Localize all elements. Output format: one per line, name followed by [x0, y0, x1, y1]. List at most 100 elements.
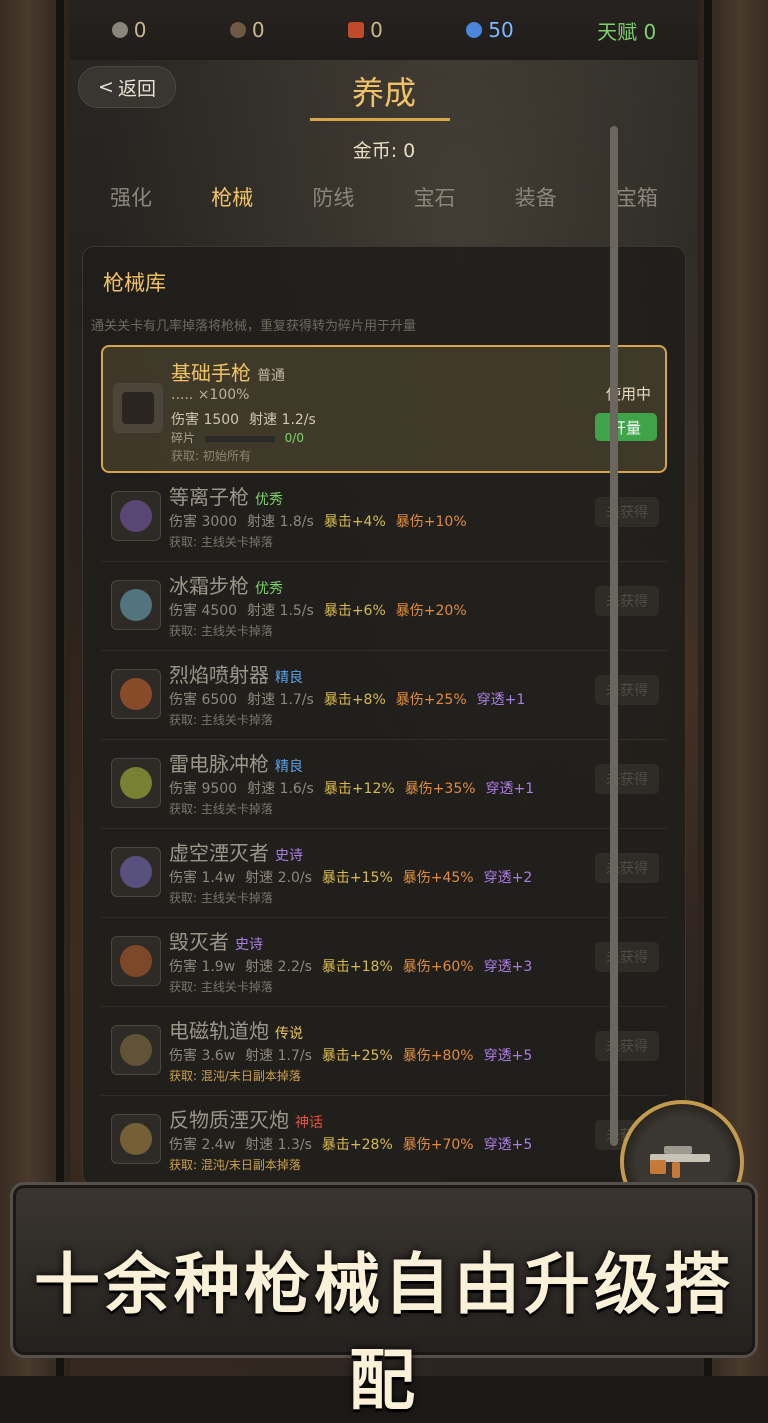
damage-stat: 伤害 3.6w: [169, 1048, 236, 1064]
damage-stat: 伤害 4500: [169, 603, 238, 619]
weapon-row[interactable]: 毁灭者 史诗 伤害 1.9w 射速 2.2/s 暴击+18% 暴伤+60% 穿透+3 获取: …: [101, 920, 667, 1007]
scrollbar[interactable]: [610, 126, 618, 1146]
gem-icon: [466, 22, 483, 38]
weapon-name: 冰霜步枪 优秀: [169, 570, 283, 599]
weapon-row[interactable]: 烈焰喷射器 精良 伤害 6500 射速 1.7/s 暴击+8% 暴伤+25% 穿透+1 获取:…: [101, 653, 667, 740]
crit-stat: 暴击+28%: [321, 1137, 393, 1153]
damage-stat: 伤害 1.9w: [169, 959, 236, 975]
pierce-stat: 穿透+3: [483, 959, 533, 975]
rarity-label: 史诗: [235, 937, 263, 953]
armory-subtitle: 通关关卡有几率掉落将枪械，重复获得转为碎片用于升量: [91, 319, 417, 334]
tab-firearms[interactable]: 枪械: [211, 182, 253, 212]
resource-gear: 0: [111, 18, 147, 42]
resource-value: 50: [488, 18, 514, 42]
rarity-label: 史诗: [275, 848, 303, 864]
resource-crystal: 0: [348, 18, 383, 42]
tab-chests[interactable]: 宝箱: [616, 182, 658, 212]
weapon-stats: 伤害 1.9w 射速 2.2/s 暴击+18% 暴伤+60% 穿透+3: [169, 956, 532, 976]
gold-counter: 金币: 0: [352, 140, 416, 162]
source-text: 获取: 主线关卡掉落: [169, 713, 273, 727]
talent-counter[interactable]: 天赋 0: [597, 16, 656, 45]
fragment-label: 碎片: [171, 431, 196, 445]
fire-rate-stat: 射速 1.7/s: [247, 692, 314, 708]
weapon-row[interactable]: 等离子枪 优秀 伤害 3000 射速 1.8/s 暴击+4% 暴伤+10% 获取: 主线关卡…: [101, 475, 667, 562]
fragment-progress-bar: [204, 435, 275, 442]
promo-text: 十余种枪械自由升级搭配: [34, 1246, 734, 1419]
weapon-level: ..... ×100%: [171, 387, 250, 403]
crit-damage-stat: 暴伤+10%: [395, 514, 467, 530]
rarity-label: 精良: [275, 759, 303, 775]
resource-value: 0: [133, 18, 147, 42]
not-obtained-button[interactable]: 未获得: [595, 764, 659, 794]
weapon-icon: [111, 1114, 161, 1164]
weapon-icon: [111, 936, 161, 986]
rarity-label: 优秀: [255, 581, 283, 597]
weapon-stats: 伤害 4500 射速 1.5/s 暴击+6% 暴伤+20%: [169, 600, 477, 620]
damage-stat: 伤害 3000: [169, 514, 238, 530]
fire-rate-stat: 射速 2.2/s: [245, 959, 312, 975]
fire-rate-stat: 射速 1.2/s: [249, 412, 316, 428]
tab-strengthen[interactable]: 强化: [110, 182, 152, 212]
not-obtained-button[interactable]: 未获得: [595, 586, 659, 616]
weapon-icon: [111, 491, 161, 541]
title-underline: [310, 118, 450, 121]
not-obtained-button[interactable]: 未获得: [595, 497, 659, 527]
not-obtained-button[interactable]: 未获得: [595, 942, 659, 972]
crit-stat: 暴击+6%: [323, 603, 386, 619]
equipped-weapon-card[interactable]: 基础手枪 普通 ..... ×100% 伤害 1500 射速 1.2/s 碎片 0/…: [101, 345, 667, 473]
tab-bar: 强化 枪械 防线 宝石 装备 宝箱: [110, 182, 658, 212]
rarity-label: 优秀: [255, 492, 283, 508]
weapon-name-text: 雷电脉冲枪: [169, 752, 269, 776]
weapon-stats: 伤害 3000 射速 1.8/s 暴击+4% 暴伤+10%: [169, 511, 477, 531]
resource-bar: 0 0 0 50 天赋 0: [70, 0, 698, 60]
resource-scrap: 0: [229, 18, 265, 42]
cultivation-panel: < 返回 养成 金币: 0 强化 枪械 防线 宝石 装备 宝箱 枪械库 通关关卡…: [70, 60, 698, 1186]
weapon-name-text: 烈焰喷射器: [169, 663, 269, 687]
tab-defense[interactable]: 防线: [312, 182, 354, 212]
crit-stat: 暴击+8%: [323, 692, 386, 708]
promo-banner: 十余种枪械自由升级搭配: [10, 1182, 758, 1419]
crit-stat: 暴击+12%: [323, 781, 395, 797]
damage-stat: 伤害 6500: [169, 692, 238, 708]
crit-stat: 暴击+25%: [321, 1048, 393, 1064]
weapon-name-text: 电磁轨道炮: [169, 1019, 269, 1043]
weapon-name: 雷电脉冲枪 精良: [169, 748, 303, 777]
not-obtained-button[interactable]: 未获得: [595, 853, 659, 883]
weapon-name: 基础手枪 普通: [171, 357, 285, 386]
weapon-row[interactable]: 雷电脉冲枪 精良 伤害 9500 射速 1.6/s 暴击+12% 暴伤+35% 穿透+1 获取…: [101, 742, 667, 829]
crit-stat: 暴击+4%: [323, 514, 386, 530]
weapon-row[interactable]: 虚空湮灭者 史诗 伤害 1.4w 射速 2.0/s 暴击+15% 暴伤+45% 穿透+2 获取…: [101, 831, 667, 918]
pistol-icon: [113, 383, 163, 433]
fire-rate-stat: 射速 2.0/s: [245, 870, 312, 886]
pierce-stat: 穿透+1: [485, 781, 535, 797]
not-obtained-button[interactable]: 未获得: [595, 1031, 659, 1061]
damage-stat: 伤害 9500: [169, 781, 238, 797]
weapon-row[interactable]: 电磁轨道炮 传说 伤害 3.6w 射速 1.7/s 暴击+25% 暴伤+80% 穿透+5 获取…: [101, 1009, 667, 1096]
armory-list: 枪械库 通关关卡有几率掉落将枪械，重复获得转为碎片用于升量 基础手枪 普通 ...…: [82, 246, 686, 1186]
fragment-count: 0/0: [284, 431, 304, 445]
weapon-row[interactable]: 反物质湮灭炮 神话 伤害 2.4w 射速 1.3/s 暴击+28% 暴伤+70% 穿透+5 获…: [101, 1098, 667, 1185]
tab-equipment[interactable]: 装备: [515, 182, 557, 212]
weapon-icon: [111, 758, 161, 808]
fragment-row: 碎片 0/0: [171, 429, 304, 446]
rarity-label: 普通: [257, 368, 285, 384]
crit-damage-stat: 暴伤+80%: [402, 1048, 474, 1064]
weapon-stats: 伤害 2.4w 射速 1.3/s 暴击+28% 暴伤+70% 穿透+5: [169, 1134, 532, 1154]
damage-stat: 伤害 1500: [171, 412, 240, 428]
not-obtained-button[interactable]: 未获得: [595, 675, 659, 705]
weapon-name-text: 毁灭者: [169, 930, 229, 954]
fire-rate-stat: 射速 1.8/s: [247, 514, 314, 530]
page-title: 养成: [351, 74, 416, 112]
pierce-stat: 穿透+2: [483, 870, 533, 886]
resource-gem: 50: [466, 18, 514, 42]
tab-gems[interactable]: 宝石: [414, 182, 456, 212]
upgrade-button[interactable]: 开量: [595, 413, 657, 441]
source-text: 获取: 混沌/末日副本掉落: [169, 1158, 301, 1172]
weapon-stats: 伤害 3.6w 射速 1.7/s 暴击+25% 暴伤+80% 穿透+5: [169, 1045, 532, 1065]
armory-title: 枪械库: [103, 271, 166, 295]
rarity-label: 精良: [275, 670, 303, 686]
weapon-row[interactable]: 冰霜步枪 优秀 伤害 4500 射速 1.5/s 暴击+6% 暴伤+20% 获取: 主线关卡…: [101, 564, 667, 651]
crystal-icon: [348, 22, 365, 38]
crit-stat: 暴击+18%: [321, 959, 393, 975]
crit-damage-stat: 暴伤+60%: [402, 959, 474, 975]
